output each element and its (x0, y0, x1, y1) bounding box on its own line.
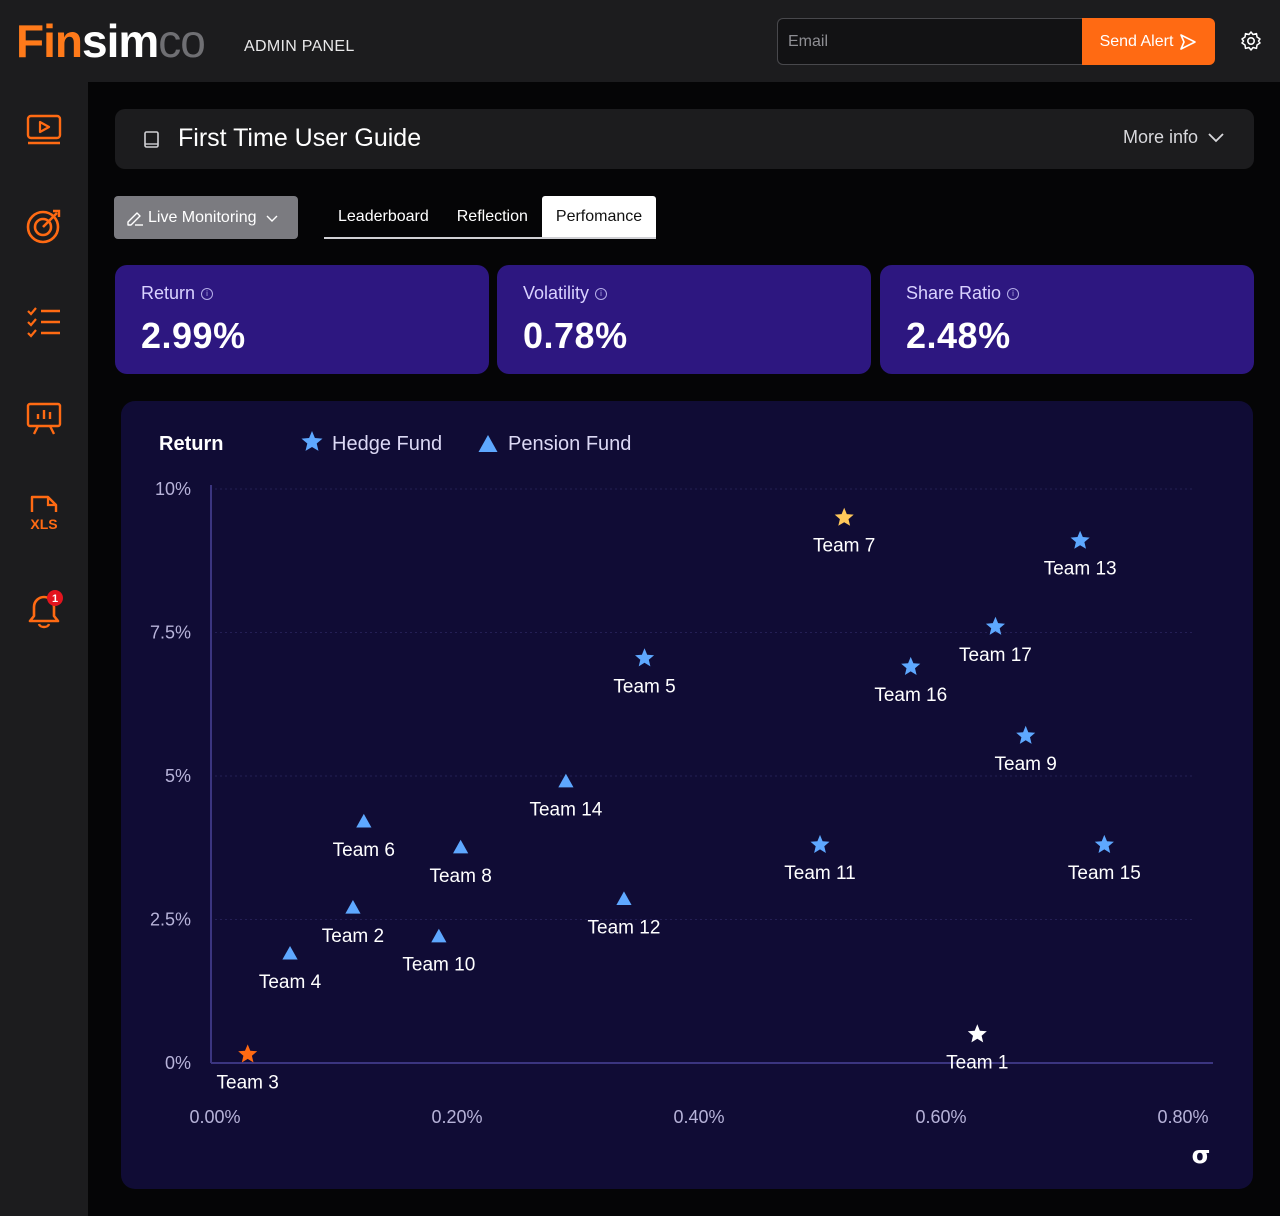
star-marker (1070, 530, 1090, 549)
x-axis-label: σ (1192, 1141, 1211, 1169)
point-label: Team 2 (322, 926, 384, 947)
share-ratio-label: Share Ratio (906, 283, 1002, 303)
info-icon[interactable]: i (595, 287, 608, 300)
info-icon[interactable]: i (1007, 287, 1020, 300)
live-monitoring-label: Live Monitoring (148, 208, 257, 226)
x-tick-label: 0.00% (189, 1107, 240, 1127)
tab-reflection[interactable]: Reflection (443, 196, 542, 237)
gear-icon[interactable] (1238, 28, 1264, 54)
point-label: Team 9 (995, 754, 1057, 775)
top-bar: Finsimco ADMIN PANEL Send Alert (0, 0, 1280, 82)
volatility-card: Volatility i 0.78% (497, 265, 871, 374)
x-tick-label: 0.80% (1157, 1107, 1208, 1127)
y-tick-label: 0% (165, 1053, 191, 1073)
pencil-icon (127, 211, 143, 226)
finsimco-logo[interactable]: Finsimco (16, 16, 206, 66)
point-label: Team 17 (959, 645, 1032, 666)
send-alert-button[interactable]: Send Alert (1082, 18, 1215, 65)
return-label: Return (141, 283, 196, 303)
point-label: Team 14 (529, 800, 602, 821)
share-ratio-card: Share Ratio i 2.48% (880, 265, 1254, 374)
point-label: Team 13 (1044, 559, 1117, 580)
tab-performance[interactable]: Perfomance (541, 196, 657, 237)
alert-badge: 1 (52, 593, 58, 605)
star-marker (1016, 725, 1036, 744)
return-value: 2.99% (141, 315, 246, 356)
point-label: Team 1 (946, 1052, 1008, 1073)
triangle-marker (356, 813, 372, 828)
x-tick-label: 0.20% (431, 1107, 482, 1127)
y-tick-label: 10% (155, 479, 191, 499)
return-card: Return i 2.99% (115, 265, 489, 374)
svg-text:XLS: XLS (30, 516, 57, 532)
triangle-marker (616, 891, 632, 906)
live-monitoring-dropdown[interactable]: Live Monitoring (114, 196, 298, 239)
scatter-plot: 0% 2.5% 5% 7.5% 10% 0.00% 0.20% 0.40% 0.60% 0.80%… (150, 431, 1213, 1169)
point-label: Team 7 (813, 536, 875, 557)
chevron-down-icon (1208, 132, 1224, 142)
legend-star-icon (301, 431, 323, 451)
point-label: Team 6 (333, 840, 395, 861)
sidebar-item-presentation[interactable] (22, 396, 66, 440)
presentation-chart-icon (26, 402, 62, 435)
bell-icon: 1 (28, 590, 63, 629)
admin-panel-label: ADMIN PANEL (244, 38, 355, 55)
triangle-marker (282, 945, 298, 960)
star-marker (1094, 834, 1114, 853)
legend-pension-fund: Pension Fund (508, 433, 631, 455)
point-label: Team 16 (874, 685, 947, 706)
more-info-label: More info (1122, 127, 1198, 147)
sidebar: XLS 1 (0, 82, 88, 1216)
point-label: Team 15 (1068, 863, 1141, 884)
point-label: Team 10 (402, 955, 475, 976)
y-tick-label: 5% (165, 766, 191, 786)
volatility-value: 0.78% (523, 315, 628, 356)
share-ratio-value: 2.48% (906, 315, 1011, 356)
triangle-marker (453, 839, 469, 854)
star-marker (834, 507, 854, 526)
triangle-marker (345, 900, 361, 914)
sidebar-item-target[interactable] (22, 204, 66, 248)
volatility-label: Volatility (523, 283, 590, 303)
triangle-marker (431, 928, 447, 943)
book-icon (144, 131, 159, 148)
sidebar-item-xls[interactable]: XLS (22, 492, 66, 536)
star-marker (635, 648, 655, 667)
x-tick-label: 0.60% (915, 1107, 966, 1127)
y-tick-label: 7.5% (150, 623, 191, 643)
send-icon (1180, 33, 1197, 50)
video-icon (26, 114, 62, 145)
user-guide-bar[interactable]: First Time User Guide More info (115, 109, 1254, 169)
view-tabs: Leaderboard Reflection Perfomance (324, 196, 657, 239)
y-tick-label: 2.5% (150, 910, 191, 930)
star-marker (967, 1024, 987, 1043)
more-info-toggle[interactable]: More info (1123, 127, 1224, 148)
legend-hedge-fund: Hedge Fund (332, 433, 442, 455)
sidebar-item-checklist[interactable] (22, 300, 66, 344)
risk-return-chart: 0% 2.5% 5% 7.5% 10% 0.00% 0.20% 0.40% 0.60% 0.80%… (121, 401, 1253, 1189)
tab-leaderboard[interactable]: Leaderboard (324, 196, 443, 237)
x-tick-label: 0.40% (673, 1107, 724, 1127)
point-label: Team 8 (429, 866, 491, 887)
point-label: Team 5 (613, 676, 675, 697)
point-label: Team 3 (217, 1072, 279, 1093)
point-label: Team 4 (259, 972, 322, 993)
info-icon[interactable]: i (201, 287, 214, 300)
legend-triangle-icon (478, 435, 498, 452)
target-icon (26, 209, 61, 244)
star-marker (810, 834, 830, 853)
y-axis-label: Return (159, 433, 223, 455)
send-alert-label: Send Alert (1099, 32, 1174, 50)
point-label: Team 12 (588, 917, 661, 938)
email-input[interactable] (777, 18, 1083, 65)
star-marker (901, 656, 921, 675)
chevron-down-icon (266, 215, 277, 222)
checklist-icon (27, 307, 60, 338)
star-marker (238, 1044, 258, 1063)
guide-title: First Time User Guide (178, 124, 422, 152)
sidebar-item-alerts[interactable]: 1 (22, 588, 66, 632)
xls-file-icon: XLS (30, 495, 58, 532)
sidebar-item-video[interactable] (22, 108, 66, 152)
point-label: Team 11 (784, 863, 855, 884)
